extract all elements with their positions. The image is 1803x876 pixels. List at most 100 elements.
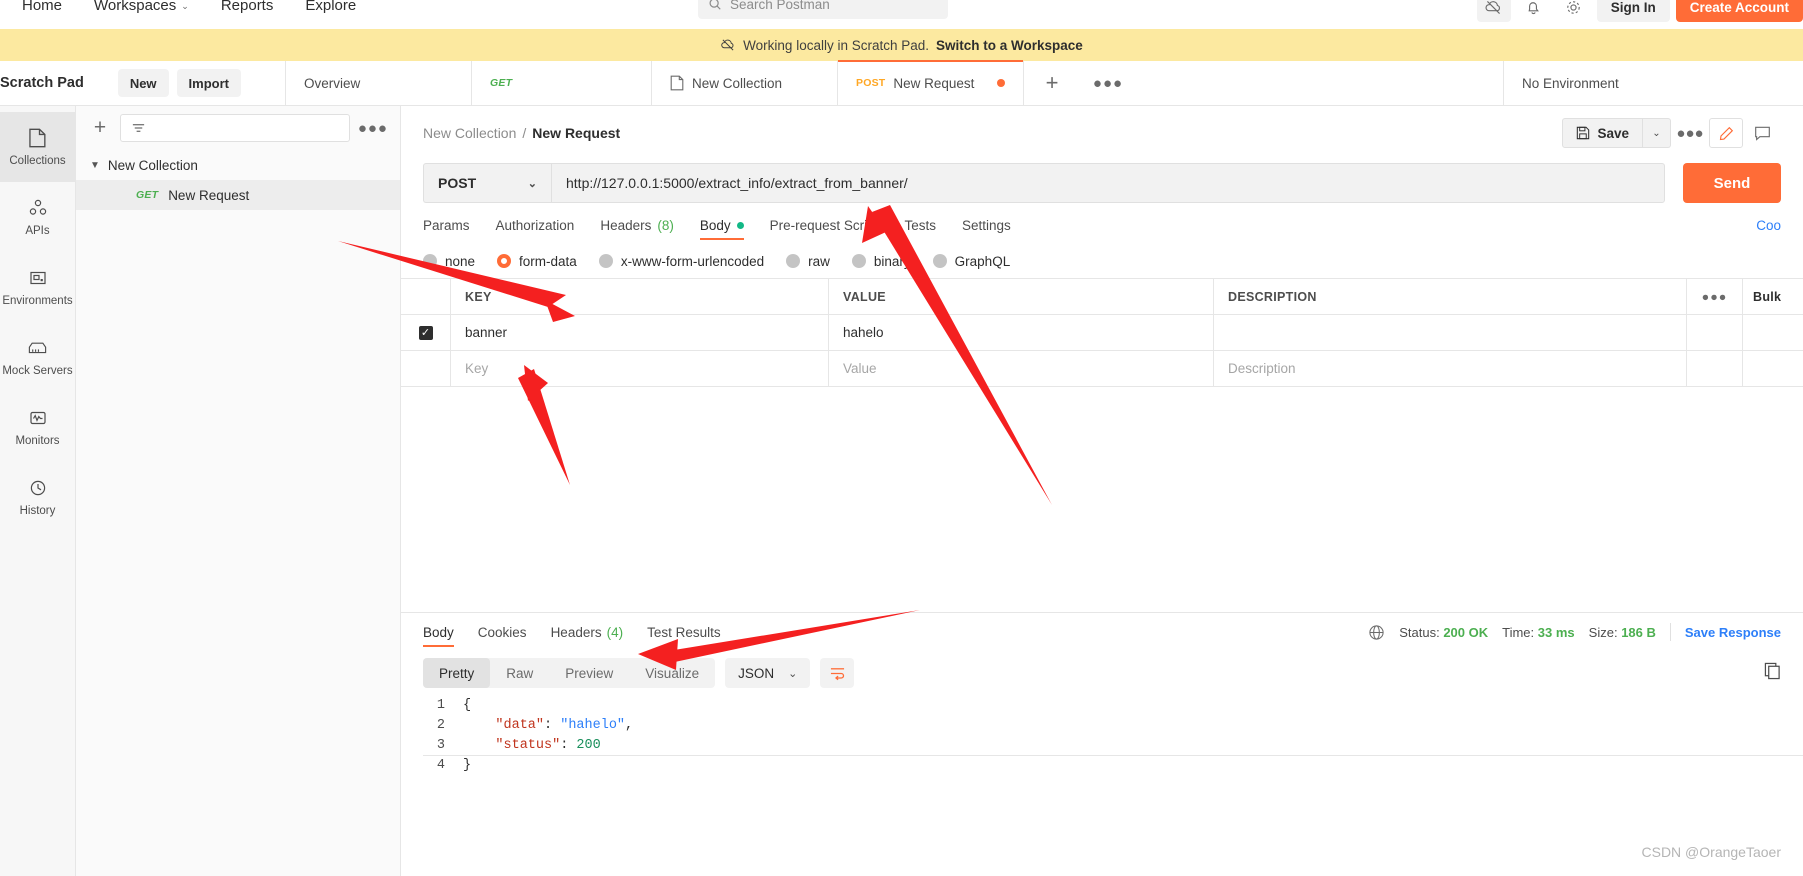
plus-icon[interactable]: + [88, 116, 112, 140]
new-button[interactable]: New [117, 69, 169, 97]
radio-graphql[interactable]: GraphQL [932, 254, 1010, 269]
response-tab-body[interactable]: Body [423, 613, 454, 651]
response-tab-cookies[interactable]: Cookies [478, 613, 527, 651]
environment-selector[interactable]: No Environment [1503, 61, 1803, 105]
rail-item-collections[interactable]: Collections [0, 112, 75, 182]
save-button[interactable]: Save [1562, 118, 1643, 148]
radio-form-data[interactable]: form-data [497, 254, 577, 269]
row-checkbox-cell[interactable]: ✓ [401, 315, 451, 350]
placeholder-description-input[interactable]: Description [1214, 351, 1687, 386]
cookies-link[interactable]: Coo [1756, 218, 1781, 233]
chevron-down-icon[interactable]: ▼ [90, 160, 100, 171]
tab-get-request[interactable]: GET [472, 61, 652, 105]
request-more-icon[interactable]: ●●● [1671, 118, 1709, 148]
sidebar-collection-row[interactable]: ▼ New Collection [76, 150, 400, 180]
tab-pre-request-script[interactable]: Pre-request Script [770, 206, 879, 244]
rail-item-mock-servers[interactable]: Mock Servers [0, 322, 75, 392]
nav-item-home[interactable]: Home [6, 0, 78, 20]
placeholder-value-input[interactable]: Value [829, 351, 1214, 386]
sidebar-more-icon[interactable]: ●●● [358, 120, 388, 137]
copy-icon [1764, 662, 1780, 679]
sidebar-request-row[interactable]: GET New Request [76, 180, 400, 210]
rail-item-environments[interactable]: Environments [0, 252, 75, 322]
tab-new-collection[interactable]: New Collection [652, 61, 838, 105]
bulk-edit-link[interactable]: Bulk [1743, 279, 1803, 314]
response-body-code[interactable]: 1 { 2 "data": "hahelo", 3 "status": 200 … [401, 695, 1803, 775]
nav-item-label: Home [22, 0, 63, 14]
tab-tests[interactable]: Tests [904, 206, 936, 244]
radio-icon [851, 254, 866, 268]
radio-binary[interactable]: binary [851, 254, 911, 269]
response-format-select[interactable]: JSON ⌄ [725, 658, 811, 688]
tab-options-icon[interactable]: ●●● [1080, 61, 1136, 105]
sync-offline-icon[interactable] [1476, 0, 1511, 22]
row-description-input[interactable] [1214, 315, 1687, 350]
breadcrumb-collection[interactable]: New Collection [423, 125, 516, 141]
response-tab-headers[interactable]: Headers (4) [551, 613, 624, 651]
nav-item-reports[interactable]: Reports [205, 0, 290, 20]
checkbox-checked-icon[interactable]: ✓ [418, 325, 433, 340]
view-mode-raw[interactable]: Raw [490, 658, 549, 688]
radio-none[interactable]: none [423, 254, 475, 269]
response-view-toolbar: Pretty Raw Preview Visualize JSON ⌄ [401, 651, 1803, 695]
comment-icon[interactable] [1743, 118, 1781, 148]
radio-raw[interactable]: raw [786, 254, 830, 269]
table-placeholder-row[interactable]: Key Value Description [401, 351, 1803, 387]
response-tab-test-results[interactable]: Test Results [647, 613, 721, 651]
search-input[interactable]: Search Postman [698, 0, 948, 19]
row-key-input[interactable]: banner [451, 315, 829, 350]
word-wrap-button[interactable] [820, 658, 855, 688]
table-more-icon[interactable]: ●●● [1687, 279, 1743, 314]
method-badge: GET [136, 189, 159, 201]
mock-servers-icon [27, 337, 49, 359]
placeholder-key-input[interactable]: Key [451, 351, 829, 386]
http-method-select[interactable]: POST ⌄ [423, 163, 551, 203]
view-mode-preview[interactable]: Preview [549, 658, 629, 688]
import-button[interactable]: Import [176, 69, 241, 97]
nav-item-workspaces[interactable]: Workspaces ⌄ [78, 0, 205, 20]
rail-item-history[interactable]: History [0, 462, 75, 532]
tab-overview[interactable]: Overview [286, 61, 472, 105]
view-mode-visualize[interactable]: Visualize [629, 658, 715, 688]
body-present-dot-icon [736, 221, 744, 229]
request-name: New Request [168, 187, 250, 203]
tab-headers[interactable]: Headers (8) [600, 206, 674, 244]
switch-workspace-link[interactable]: Switch to a Workspace [936, 38, 1083, 53]
apis-icon [27, 197, 49, 219]
notifications-icon[interactable] [1517, 0, 1551, 22]
collections-icon [27, 127, 49, 149]
url-input[interactable]: http://127.0.0.1:5000/extract_info/extra… [551, 163, 1665, 203]
create-account-button[interactable]: Create Account [1675, 0, 1803, 22]
copy-button[interactable] [1764, 662, 1781, 685]
row-value-input[interactable]: hahelo [829, 315, 1214, 350]
rail-item-label: APIs [25, 225, 50, 237]
edit-button[interactable] [1709, 118, 1743, 148]
tab-body[interactable]: Body [699, 206, 744, 244]
rail-item-apis[interactable]: APIs [0, 182, 75, 252]
time-label: Time: [1502, 624, 1535, 640]
placeholder-checkbox-cell[interactable] [401, 351, 451, 386]
save-dropdown-button[interactable]: ⌄ [1643, 118, 1671, 148]
sign-in-button[interactable]: Sign In [1596, 0, 1670, 22]
tab-label: Headers [550, 624, 602, 640]
time-value: 33 ms [1537, 624, 1575, 640]
new-tab-button[interactable]: + [1024, 61, 1080, 105]
json-number: 200 [576, 737, 601, 753]
radio-x-www-form-urlencoded[interactable]: x-www-form-urlencoded [598, 254, 764, 269]
tab-new-request[interactable]: POST New Request [838, 60, 1024, 105]
rail-item-monitors[interactable]: Monitors [0, 392, 75, 462]
send-button[interactable]: Send [1683, 163, 1781, 203]
tab-settings[interactable]: Settings [962, 206, 1011, 244]
rail-item-label: Collections [9, 155, 66, 167]
radio-label: form-data [519, 253, 577, 269]
view-mode-pretty[interactable]: Pretty [423, 658, 491, 688]
tab-authorization[interactable]: Authorization [496, 206, 575, 244]
save-response-button[interactable]: Save Response [1685, 625, 1781, 640]
cloud-offline-icon [721, 39, 734, 51]
nav-item-explore[interactable]: Explore [289, 0, 372, 20]
gear-icon[interactable] [1557, 0, 1591, 22]
table-row[interactable]: ✓ banner hahelo [401, 315, 1803, 351]
sidebar-filter-input[interactable] [120, 114, 350, 142]
tab-params[interactable]: Params [423, 206, 470, 244]
send-button-label: Send [1713, 174, 1751, 192]
